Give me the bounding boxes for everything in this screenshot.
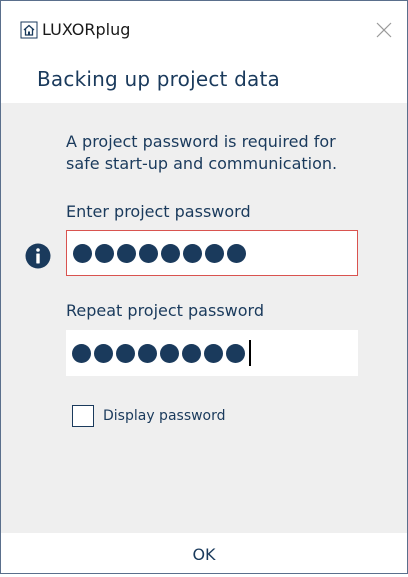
password-dot xyxy=(94,343,113,363)
ok-button[interactable]: OK xyxy=(1,533,407,573)
enter-password-field[interactable] xyxy=(66,230,358,276)
repeat-password-mask xyxy=(72,330,251,376)
password-dot xyxy=(183,243,202,263)
password-dot xyxy=(116,343,135,363)
house-icon xyxy=(20,21,38,39)
password-dot xyxy=(227,243,246,263)
password-dot xyxy=(161,243,180,263)
info-icon[interactable] xyxy=(25,243,51,269)
password-dot xyxy=(95,243,114,263)
password-dot xyxy=(73,243,92,263)
password-dot xyxy=(117,243,136,263)
enter-password-label: Enter project password xyxy=(66,202,251,221)
dialog-content: A project password is required for safe … xyxy=(1,103,407,533)
display-password-checkbox[interactable] xyxy=(72,405,94,427)
repeat-password-field[interactable] xyxy=(66,330,358,376)
dialog-window: LUXORplug Backing up project data A proj… xyxy=(0,0,408,574)
window-title: LUXORplug xyxy=(42,20,131,39)
text-caret xyxy=(249,340,251,366)
password-dot xyxy=(182,343,201,363)
close-icon[interactable] xyxy=(373,19,395,41)
display-password-toggle[interactable]: Display password xyxy=(72,403,226,429)
password-dot xyxy=(205,243,224,263)
dialog-footer: OK xyxy=(1,533,407,573)
password-dot xyxy=(139,243,158,263)
display-password-label: Display password xyxy=(103,408,226,424)
password-dot xyxy=(226,343,245,363)
password-dot xyxy=(160,343,179,363)
enter-password-mask xyxy=(73,231,249,275)
repeat-password-label: Repeat project password xyxy=(66,301,264,320)
password-dot xyxy=(204,343,223,363)
description-text: A project password is required for safe … xyxy=(66,132,338,173)
title-bar: LUXORplug xyxy=(1,1,407,55)
dialog-title: Backing up project data xyxy=(37,67,280,91)
password-dot xyxy=(72,343,91,363)
password-dot xyxy=(138,343,157,363)
dialog-header: Backing up project data xyxy=(1,55,407,103)
